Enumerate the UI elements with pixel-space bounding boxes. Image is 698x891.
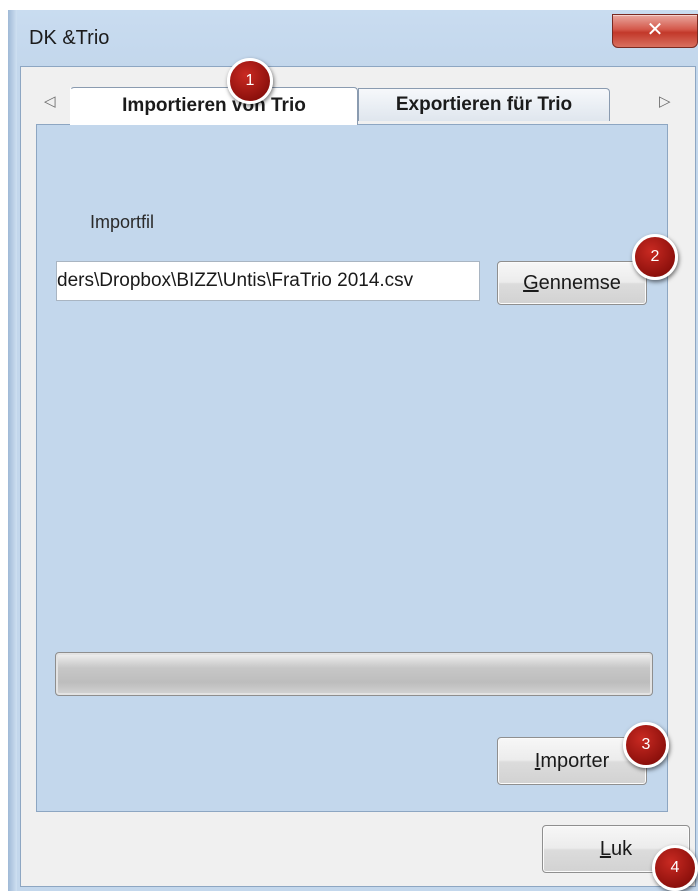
browse-button[interactable]: Gennemse bbox=[497, 261, 647, 305]
tab-label: Importieren von Trio bbox=[122, 95, 306, 116]
import-progress-bar bbox=[55, 652, 653, 696]
callout-badge-2: 2 bbox=[632, 234, 678, 280]
import-file-label: Importfil bbox=[90, 212, 155, 232]
callout-badge-4: 4 bbox=[652, 845, 698, 891]
callout-badge-3: 3 bbox=[623, 722, 669, 768]
browse-label: ennemse bbox=[538, 272, 621, 294]
tab-export-for-trio[interactable]: Exportieren für Trio bbox=[358, 88, 610, 121]
callout-badge-1: 1 bbox=[227, 58, 273, 104]
tab-scroll-right-icon[interactable]: ▷ bbox=[659, 92, 671, 110]
close-label: uk bbox=[611, 838, 633, 860]
close-icon: ✕ bbox=[646, 19, 664, 41]
tab-label: Exportieren für Trio bbox=[395, 94, 573, 115]
import-file-path-input[interactable] bbox=[56, 261, 480, 301]
window-close-button[interactable]: ✕ bbox=[612, 14, 698, 48]
window-left-border bbox=[8, 10, 17, 891]
title-bar: DK &Trio bbox=[17, 10, 698, 66]
tab-scroll-left-icon[interactable]: ◁ bbox=[44, 92, 56, 110]
window-title: DK &Trio bbox=[29, 27, 110, 49]
tab-import-from-trio[interactable]: Importieren von Trio bbox=[70, 87, 358, 125]
close-mnemonic: L bbox=[599, 838, 611, 860]
import-label: mporter bbox=[540, 750, 610, 772]
browse-mnemonic: G bbox=[523, 272, 539, 294]
